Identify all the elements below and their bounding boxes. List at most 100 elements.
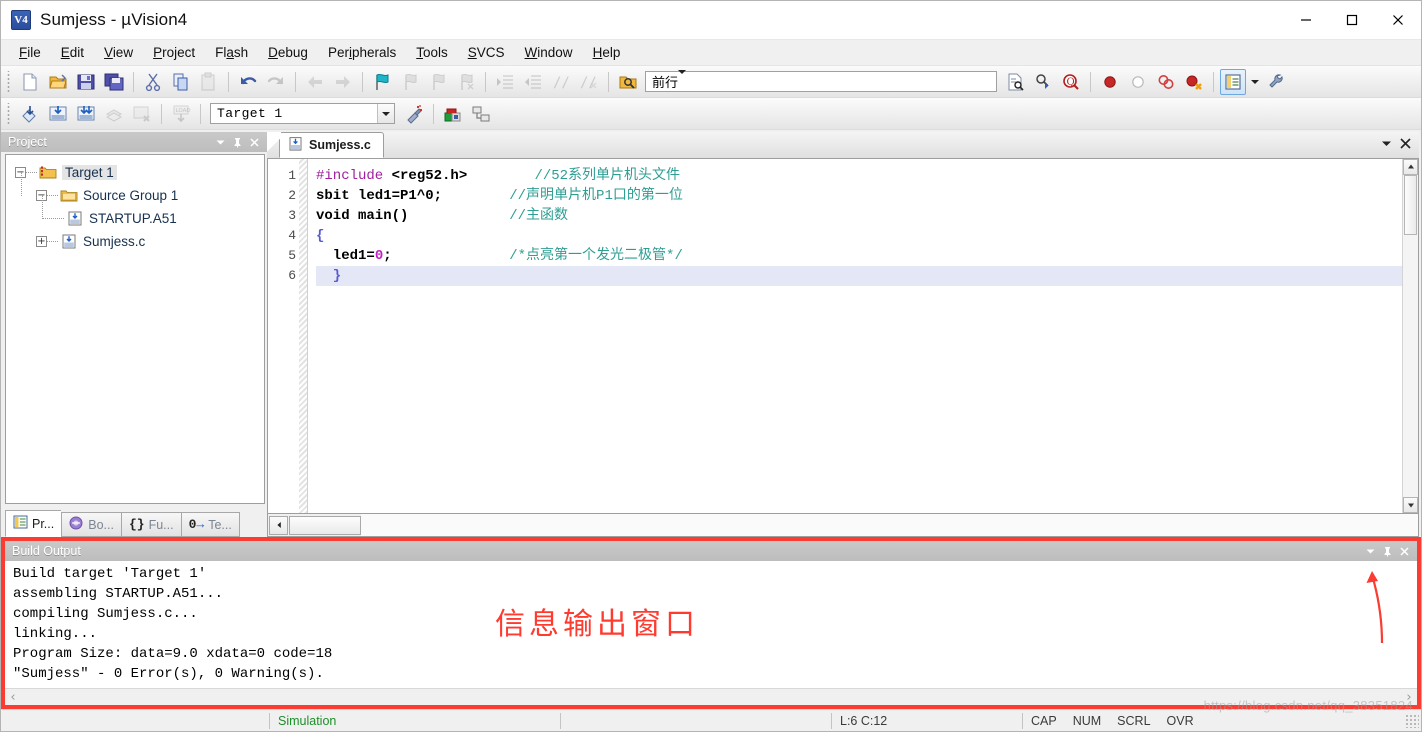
menu-debug[interactable]: Debug [258,42,318,63]
project-window-dropdown-icon[interactable] [1248,69,1262,95]
find-dropdown-arrow[interactable] [678,70,687,89]
tab-templates[interactable]: 0→ Te... [180,512,240,537]
redo-icon[interactable] [263,69,289,95]
source-file-icon [288,136,303,154]
breakpoint-icon[interactable] [1097,69,1123,95]
project-window-icon[interactable] [1220,68,1246,95]
close-icon[interactable] [247,135,262,150]
menu-flash[interactable]: Flash [205,42,258,63]
resize-grip[interactable] [1405,713,1419,728]
bookmark-next-icon[interactable] [425,69,451,95]
project-tree[interactable]: − Target 1 − Source Group 1 STARTUP.A51 … [5,154,265,504]
tree-item-startup-a51[interactable]: STARTUP.A51 [6,195,264,230]
breakpoint-kill-all-icon[interactable] [1181,69,1207,95]
chevron-right-icon[interactable]: › [1401,690,1417,705]
menu-help[interactable]: Help [583,42,631,63]
build-target-icon[interactable] [45,101,71,127]
code-editor[interactable]: 1 2 3 4 5 6 #include <reg52.h> //52系列单片机… [267,159,1419,514]
open-file-icon[interactable] [45,69,71,95]
editor-horizontal-scrollbar[interactable] [267,514,1419,537]
project-panel-header-controls [213,135,267,150]
chevron-left-icon[interactable]: ‹ [5,690,21,705]
build-output-horizontal-scrollbar[interactable]: ‹ › [5,688,1417,705]
pin-icon[interactable] [230,135,245,150]
tree-item-target-1[interactable]: − Target 1 [6,161,264,184]
tab-books[interactable]: Bo... [61,512,121,537]
save-all-icon[interactable] [101,69,127,95]
target-options-icon[interactable] [401,101,427,127]
manage-components-icon[interactable] [440,101,466,127]
copy-icon[interactable] [168,69,194,95]
tree-item-sumjess-c[interactable]: + Sumjess.c [6,230,264,253]
breakpoint-disable-icon[interactable] [1125,69,1151,95]
find-input[interactable]: 前行 [646,72,678,91]
tab-project[interactable]: Pr... [5,510,62,537]
stop-build-icon[interactable] [129,101,155,127]
scroll-track[interactable] [361,514,1418,536]
paste-icon[interactable] [196,69,222,95]
navigate-back-icon[interactable] [302,69,328,95]
menu-view[interactable]: View [94,42,143,63]
chevron-down-icon[interactable] [1380,137,1393,155]
editor-margin-bar[interactable] [299,159,308,513]
new-file-icon[interactable] [17,69,43,95]
comment-icon[interactable]: // [548,69,574,95]
configure-icon[interactable] [1264,69,1290,95]
outdent-icon[interactable] [520,69,546,95]
toolbar-grip[interactable] [6,70,13,93]
code-content[interactable]: #include <reg52.h> //52系列单片机头文件 sbit led1… [308,159,1402,513]
find-in-files-icon[interactable] [615,69,641,95]
indent-icon[interactable] [492,69,518,95]
pin-icon[interactable] [1380,544,1395,559]
scroll-thumb[interactable] [1404,175,1417,235]
close-button[interactable] [1375,1,1421,39]
build-output-body[interactable]: Build target 'Target 1' assembling STARTU… [5,561,1417,688]
target-dropdown-arrow[interactable] [377,104,394,123]
menu-edit[interactable]: Edit [51,42,94,63]
chevron-down-icon[interactable] [1363,544,1378,559]
cut-icon[interactable] [140,69,166,95]
scroll-left-button[interactable] [269,515,288,535]
scroll-track[interactable] [1403,175,1418,497]
bookmark-prev-icon[interactable] [397,69,423,95]
close-icon[interactable] [1399,137,1412,155]
editor-vertical-scrollbar[interactable] [1402,159,1418,513]
menu-svcs[interactable]: SVCS [458,42,515,63]
document-tab-sumjess-c[interactable]: Sumjess.c [279,132,384,158]
navigate-forward-icon[interactable] [330,69,356,95]
tab-functions[interactable]: {} Fu... [120,512,181,537]
find-combo[interactable]: 前行 [645,70,997,92]
save-icon[interactable] [73,69,99,95]
minimize-button[interactable] [1283,1,1329,39]
scroll-thumb[interactable] [289,515,361,535]
rebuild-all-icon[interactable] [73,101,99,127]
find-next-icon[interactable] [1030,69,1056,95]
find-in-project-icon[interactable]: Q [1058,69,1084,95]
manage-multi-project-icon[interactable] [468,101,494,127]
chevron-down-icon[interactable] [213,135,228,150]
bookmark-clear-icon[interactable] [453,69,479,95]
menu-peripherals[interactable]: Peripherals [318,42,406,63]
translate-icon[interactable] [17,101,43,127]
target-combo[interactable]: Target 1 [210,103,395,124]
breakpoint-disable-all-icon[interactable] [1153,69,1179,95]
close-icon[interactable] [1397,544,1412,559]
tree-expander-sumjess-c[interactable]: + [36,236,47,247]
menu-project[interactable]: Project [143,42,205,63]
line-number: 3 [288,208,296,223]
uncomment-icon[interactable]: // [576,69,602,95]
menu-tools[interactable]: Tools [406,42,458,63]
undo-icon[interactable] [235,69,261,95]
download-icon[interactable]: LOAD [168,101,194,127]
find-doc-icon[interactable] [1002,69,1028,95]
tree-item-source-group-1[interactable]: − Source Group 1 [6,172,264,207]
batch-build-icon[interactable] [101,101,127,127]
svg-text://: // [580,75,597,91]
scroll-down-button[interactable] [1403,497,1418,513]
toolbar-grip[interactable] [6,102,13,125]
maximize-button[interactable] [1329,1,1375,39]
scroll-up-button[interactable] [1403,159,1418,175]
menu-file[interactable]: FFileile [9,42,51,63]
bookmark-toggle-icon[interactable] [369,69,395,95]
menu-window[interactable]: Window [515,42,583,63]
